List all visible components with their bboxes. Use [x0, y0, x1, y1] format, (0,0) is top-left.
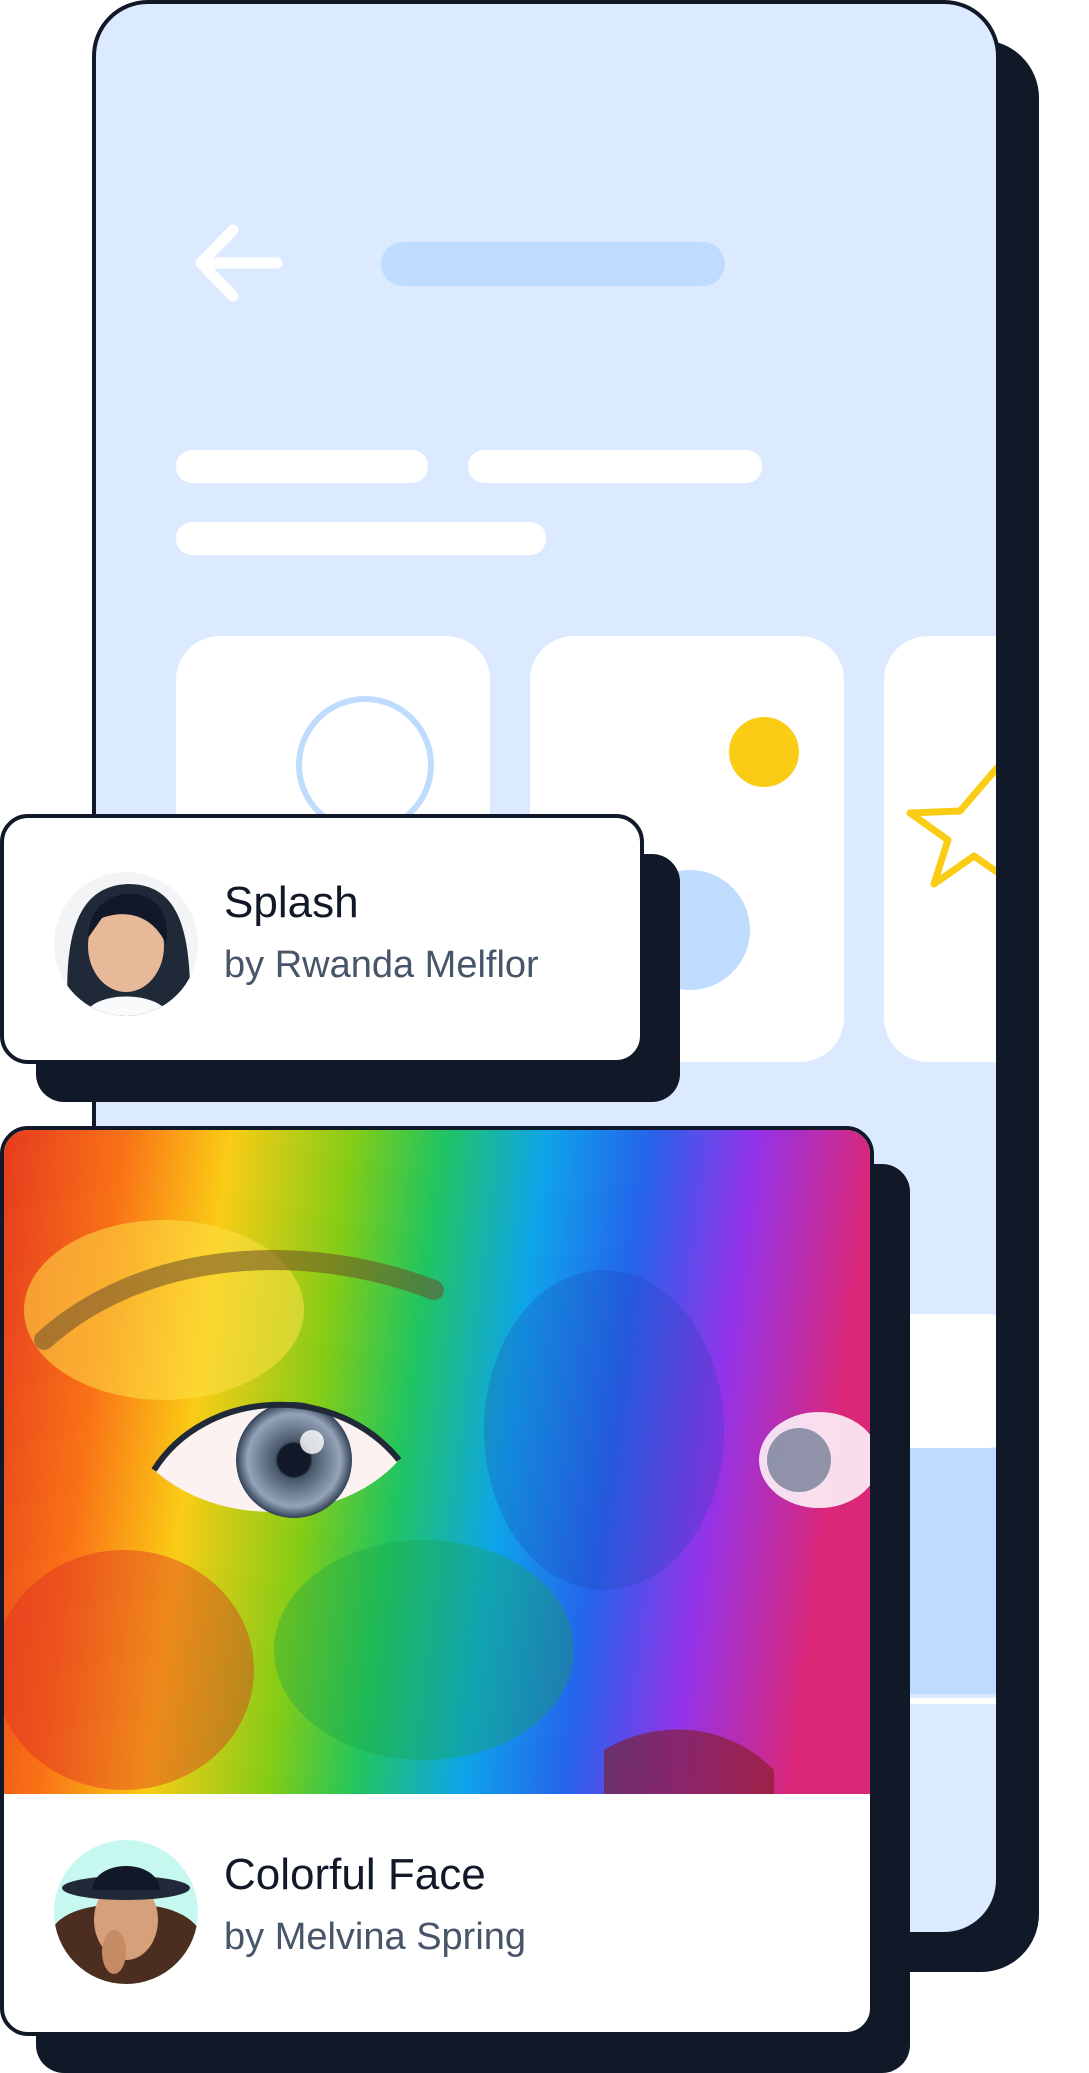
star-icon: [906, 764, 996, 888]
text-placeholder-line: [468, 450, 762, 483]
placeholder-card[interactable]: [884, 636, 996, 1062]
dot-icon: [729, 717, 799, 787]
colorful-face-image[interactable]: [4, 1130, 870, 1794]
author-card-splash[interactable]: Splash by Rwanda Melflor: [0, 814, 644, 1064]
card-title: Colorful Face: [224, 1850, 486, 1899]
text-placeholder-line: [176, 450, 428, 483]
avatar: [54, 1840, 198, 1984]
card-title: Splash: [224, 878, 359, 927]
card-author[interactable]: by Rwanda Melflor: [224, 944, 539, 987]
title-placeholder: [381, 242, 725, 286]
avatar: [54, 872, 198, 1016]
author-card-colorful-face[interactable]: Colorful Face by Melvina Spring: [0, 1126, 874, 2036]
arrow-left-icon[interactable]: [193, 222, 283, 304]
card-author[interactable]: by Melvina Spring: [224, 1916, 526, 1959]
text-placeholder-line: [176, 522, 546, 555]
